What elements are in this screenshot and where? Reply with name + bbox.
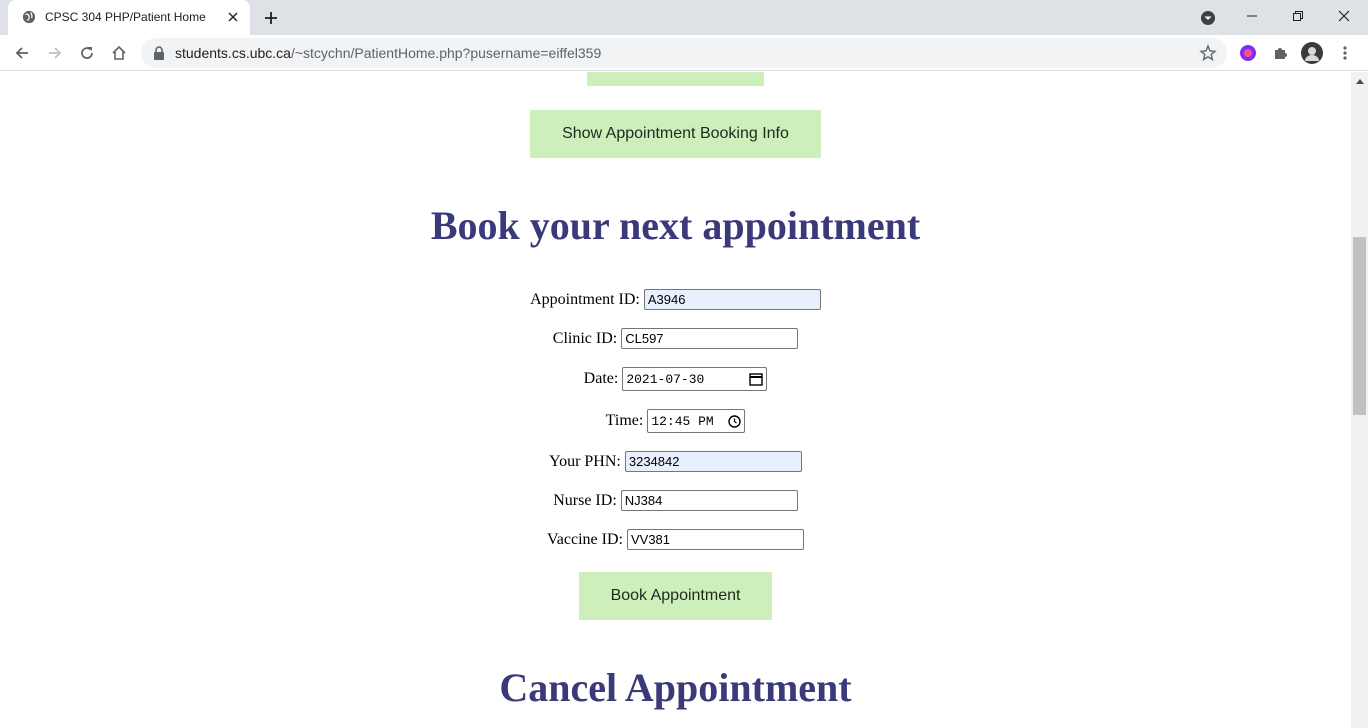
show-booking-info-button[interactable]: Show Appointment Booking Info: [530, 110, 821, 158]
puzzle-icon[interactable]: [1269, 42, 1291, 64]
clinic-id-label: Clinic ID:: [552, 329, 618, 347]
cancel-appointment-heading: Cancel Appointment: [499, 665, 852, 710]
forward-arrow-icon[interactable]: [43, 41, 67, 65]
more-menu-icon[interactable]: [1334, 42, 1356, 64]
appointment-id-label: Appointment ID:: [530, 290, 640, 308]
phn-row: Your PHN:: [0, 451, 1351, 472]
tab-title: CPSC 304 PHP/Patient Home: [45, 10, 206, 24]
clock-icon[interactable]: [728, 414, 742, 428]
appointment-id-input[interactable]: [643, 289, 821, 310]
time-label: Time:: [605, 412, 644, 429]
vaccine-id-label: Vaccine ID:: [547, 530, 623, 548]
scroll-up-arrow-icon[interactable]: [1351, 72, 1368, 89]
extension-icon[interactable]: [1237, 42, 1259, 64]
nurse-id-input[interactable]: [620, 490, 798, 511]
close-tab-icon[interactable]: [224, 8, 242, 26]
lock-icon[interactable]: [153, 46, 165, 60]
minimize-icon[interactable]: [1229, 0, 1275, 32]
restore-icon[interactable]: [1275, 0, 1321, 32]
time-input[interactable]: 12:45 PM: [647, 409, 746, 433]
page-content: Show Appointment Booking Info Book your …: [0, 72, 1351, 728]
date-label: Date:: [583, 370, 619, 387]
phn-label: Your PHN:: [549, 452, 621, 470]
new-tab-icon[interactable]: [260, 7, 282, 29]
tab-strip: CPSC 304 PHP/Patient Home: [0, 0, 1368, 35]
globe-icon: [22, 10, 36, 24]
book-appointment-heading: Book your next appointment: [430, 203, 921, 248]
nurse-id-label: Nurse ID:: [553, 491, 617, 509]
date-value: 2021-07-30: [626, 371, 705, 387]
reload-icon[interactable]: [75, 41, 99, 65]
date-row: Date: 2021-07-30: [0, 367, 1351, 391]
clinic-id-row: Clinic ID:: [0, 328, 1351, 349]
address-bar[interactable]: students.cs.ubc.ca/~stcychn/PatientHome.…: [141, 38, 1227, 68]
url-path: /~stcychn/PatientHome.php?pusername=eiff…: [290, 45, 602, 61]
scrollbar-thumb[interactable]: [1353, 237, 1366, 415]
clinic-id-input[interactable]: [621, 328, 799, 349]
avatar[interactable]: [1301, 42, 1323, 64]
tab-search-icon[interactable]: [1199, 9, 1217, 27]
phn-input[interactable]: [624, 451, 802, 472]
browser-tab[interactable]: CPSC 304 PHP/Patient Home: [8, 0, 250, 35]
nurse-id-row: Nurse ID:: [0, 490, 1351, 511]
appointment-id-row: Appointment ID:: [0, 289, 1351, 310]
bookmark-star-icon[interactable]: [1199, 44, 1217, 62]
vaccine-id-input[interactable]: [626, 529, 804, 550]
date-input[interactable]: 2021-07-30: [622, 367, 768, 391]
time-row: Time: 12:45 PM: [0, 409, 1351, 433]
close-window-icon[interactable]: [1321, 0, 1367, 32]
browser-toolbar: students.cs.ubc.ca/~stcychn/PatientHome.…: [0, 35, 1368, 71]
home-icon[interactable]: [107, 41, 131, 65]
partial-button[interactable]: [587, 72, 764, 86]
page-scrollbar[interactable]: [1351, 72, 1368, 728]
vaccine-id-row: Vaccine ID:: [0, 529, 1351, 550]
book-appointment-button[interactable]: Book Appointment: [579, 572, 772, 620]
url-host: students.cs.ubc.ca: [175, 45, 291, 61]
time-value: 12:45 PM: [651, 413, 714, 429]
back-arrow-icon[interactable]: [10, 41, 34, 65]
calendar-icon[interactable]: [749, 372, 764, 386]
url-text: students.cs.ubc.ca/~stcychn/PatientHome.…: [175, 45, 601, 61]
